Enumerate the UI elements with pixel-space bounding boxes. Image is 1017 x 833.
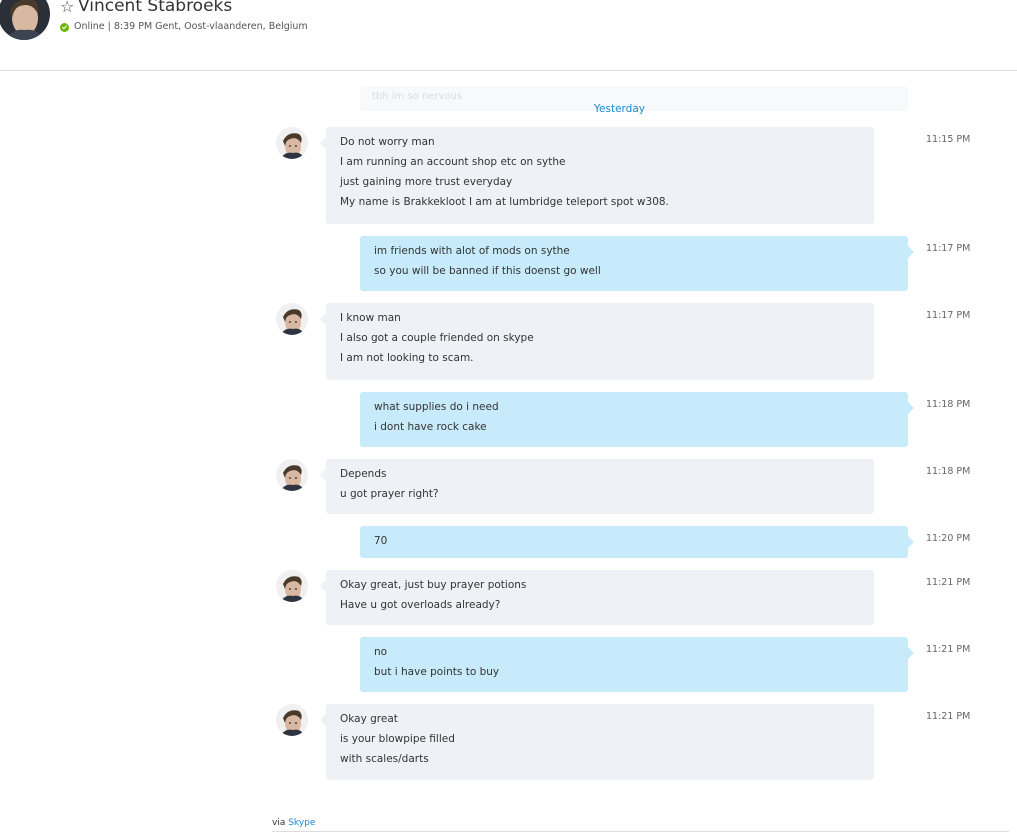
message-timestamp: 11:15 PM xyxy=(926,134,971,145)
contact-avatar[interactable] xyxy=(0,0,50,40)
message-line: Do not worry man xyxy=(340,136,435,148)
message-line: but i have points to buy xyxy=(374,666,500,678)
skype-link[interactable]: Skype xyxy=(288,818,315,828)
message-line: u got prayer right? xyxy=(340,488,439,500)
message-timestamp: 11:21 PM xyxy=(926,644,971,655)
message-line: I know man xyxy=(340,312,401,324)
sender-avatar[interactable] xyxy=(276,303,308,335)
outgoing-message-bubble[interactable]: no but i have points to buy xyxy=(360,637,914,692)
message-timestamp: 11:17 PM xyxy=(926,243,971,254)
message-line: I am running an account shop etc on syth… xyxy=(340,156,566,168)
via-skype-footer: via Skype xyxy=(272,818,315,828)
message-timestamp: 11:20 PM xyxy=(926,533,971,544)
incoming-message-bubble[interactable]: Depends u got prayer right? xyxy=(320,459,874,514)
outgoing-message-bubble[interactable]: 70 xyxy=(360,526,914,558)
message-line: Okay great xyxy=(340,713,398,725)
message-line: I am not looking to scam. xyxy=(340,352,474,364)
outgoing-message-bubble[interactable]: im friends with alot of mods on sythe so … xyxy=(360,236,914,291)
sender-avatar[interactable] xyxy=(276,459,308,491)
sender-avatar[interactable] xyxy=(276,127,308,159)
favorite-star-icon[interactable]: ☆ xyxy=(60,0,74,16)
message-line: Depends xyxy=(340,468,387,480)
incoming-message-bubble[interactable]: I know man I also got a couple friended o… xyxy=(320,303,874,380)
faded-message-text: tbh im so nervous xyxy=(372,91,463,102)
message-line: Have u got overloads already? xyxy=(340,599,501,611)
message-line: 70 xyxy=(374,535,388,547)
outgoing-message-bubble[interactable]: what supplies do i need i dont have rock … xyxy=(360,392,914,447)
via-label: via xyxy=(272,818,286,828)
message-timestamp: 11:21 PM xyxy=(926,711,971,722)
message-timestamp: 11:17 PM xyxy=(926,310,971,321)
message-timestamp: 11:21 PM xyxy=(926,577,971,588)
date-separator: Yesterday xyxy=(594,103,645,115)
message-line: Okay great, just buy prayer potions xyxy=(340,579,527,591)
online-status-icon xyxy=(60,23,69,32)
message-line: just gaining more trust everyday xyxy=(340,176,513,188)
message-line: i dont have rock cake xyxy=(374,421,487,433)
message-timestamp: 11:18 PM xyxy=(926,399,971,410)
sender-avatar[interactable] xyxy=(276,570,308,602)
chat-header: ☆ Vincent Stabroeks Online | 8:39 PM Gen… xyxy=(0,0,1017,71)
message-line: no xyxy=(374,646,388,658)
footer-divider xyxy=(272,831,1009,832)
message-timestamp: 11:18 PM xyxy=(926,466,971,477)
message-line: with scales/darts xyxy=(340,753,429,765)
incoming-message-bubble[interactable]: Okay great, just buy prayer potions Have … xyxy=(320,570,874,625)
message-line: My name is Brakkekloot I am at lumbridge… xyxy=(340,196,669,208)
incoming-message-bubble[interactable]: Do not worry man I am running an account … xyxy=(320,127,874,224)
message-line: so you will be banned if this doenst go … xyxy=(374,265,601,277)
message-line: I also got a couple friended on skype xyxy=(340,332,534,344)
message-line: im friends with alot of mods on sythe xyxy=(374,245,570,257)
message-line: is your blowpipe filled xyxy=(340,733,455,745)
contact-name: Vincent Stabroeks xyxy=(78,0,233,16)
incoming-message-bubble[interactable]: Okay great is your blowpipe filled with sc… xyxy=(320,704,874,780)
contact-status: Online | 8:39 PM Gent, Oost-vlaanderen, … xyxy=(74,21,308,32)
message-line: what supplies do i need xyxy=(374,401,499,413)
sender-avatar[interactable] xyxy=(276,704,308,736)
